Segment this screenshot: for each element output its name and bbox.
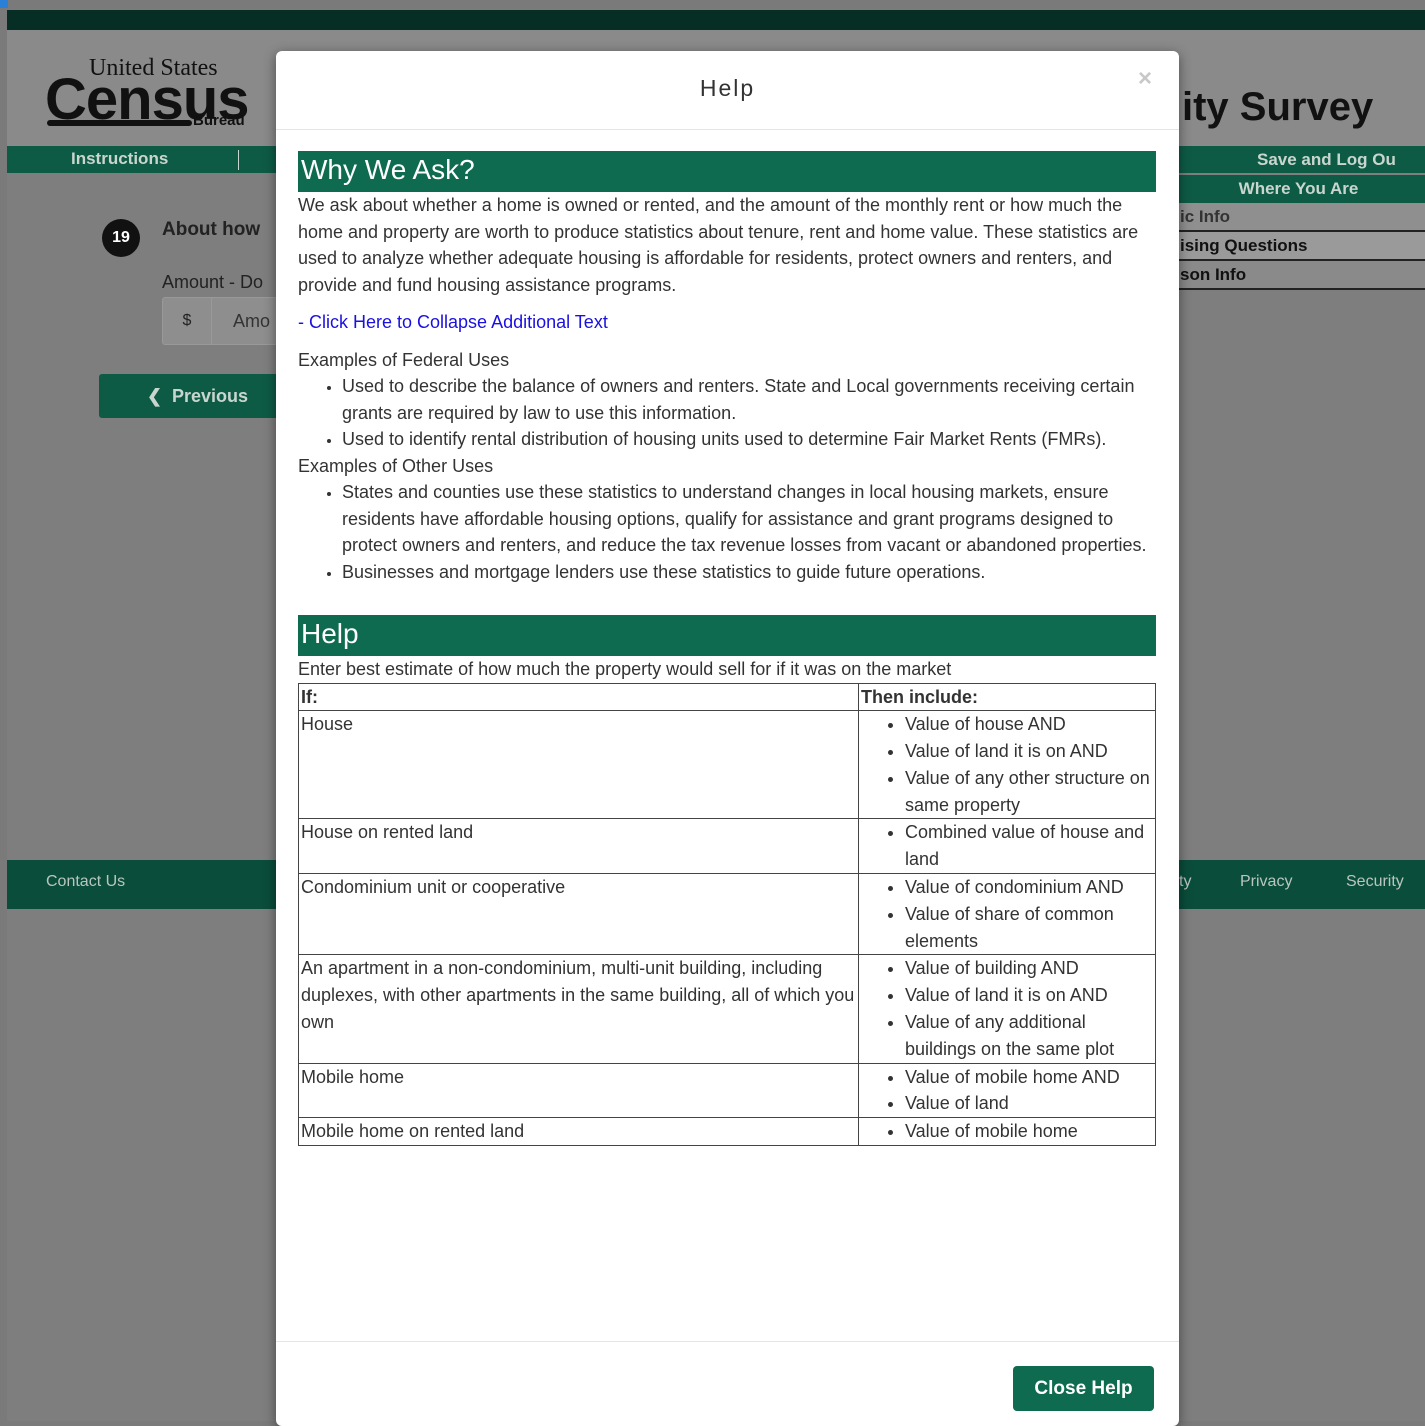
table-cell-if: Mobile home	[298, 1062, 859, 1119]
list-item: Value of land	[905, 1090, 1155, 1117]
table-cell-if: House on rented land	[298, 818, 859, 875]
other-uses-heading: Examples of Other Uses	[298, 455, 494, 476]
property-value-table: If: Then include: House Value of house A…	[298, 682, 1156, 1147]
list-item: Value of land it is on AND	[905, 738, 1155, 765]
list-item: Combined value of house and land	[905, 819, 1155, 873]
dollar-prefix: $	[163, 298, 212, 344]
previous-button[interactable]: ❮ Previous	[99, 374, 299, 418]
previous-label: Previous	[172, 386, 249, 406]
logo-bureau: Bureau	[193, 112, 245, 129]
list-item: Value of condominium AND	[905, 874, 1155, 901]
footer-privacy-link[interactable]: Privacy	[1240, 873, 1292, 891]
list-item: States and counties use these statistics…	[342, 479, 1156, 559]
list-item: Value of mobile home AND	[905, 1064, 1155, 1091]
where-you-are-panel: Where You Are ic Info ising Questions so…	[1172, 175, 1425, 290]
help-heading: Help	[298, 615, 1156, 656]
list-item: Value of share of common elements	[905, 901, 1155, 955]
federal-uses-heading: Examples of Federal Uses	[298, 349, 510, 370]
nav-divider	[238, 150, 239, 170]
table-cell-if: House	[298, 710, 859, 820]
list-item: Used to identify rental distribution of …	[342, 426, 1156, 453]
question-number-badge: 19	[102, 219, 140, 257]
top-bar	[7, 10, 1425, 30]
amount-label: Amount - Do	[162, 272, 264, 292]
why-we-ask-heading: Why We Ask?	[298, 151, 1156, 192]
amount-placeholder: Amo	[233, 311, 271, 331]
nav-instructions-link[interactable]: Instructions	[71, 149, 168, 169]
table-row: Mobile home on rented land Value of mobi…	[298, 1117, 1156, 1147]
modal-title: Help	[699, 75, 756, 101]
table-row: House on rented land Combined value of h…	[298, 818, 1156, 875]
other-uses-list: States and counties use these statistics…	[298, 479, 1156, 585]
table-row: House Value of house AND Value of land i…	[298, 710, 1156, 820]
where-item-person-info[interactable]: son Info	[1172, 261, 1425, 290]
table-cell-then: Value of mobile home AND Value of land	[858, 1062, 1156, 1119]
table-cell-if: Condominium unit or cooperative	[298, 873, 859, 956]
modal-header: Help ×	[276, 51, 1179, 130]
collapse-text-link[interactable]: - Click Here to Collapse Additional Text	[298, 309, 1156, 336]
close-help-button[interactable]: Close Help	[1013, 1366, 1154, 1411]
list-item: Businesses and mortgage lenders use thes…	[342, 559, 1156, 586]
list-item: Used to describe the balance of owners a…	[342, 373, 1156, 426]
table-header-then: Then include:	[858, 682, 1156, 712]
list-item: Value of land it is on AND	[905, 982, 1155, 1009]
table-header-if: If:	[298, 682, 859, 712]
federal-uses-list: Used to describe the balance of owners a…	[298, 373, 1156, 453]
help-intro-text: Enter best estimate of how much the prop…	[298, 659, 952, 679]
table-row: Condominium unit or cooperative Value of…	[298, 873, 1156, 956]
table-row: Mobile home Value of mobile home AND Val…	[298, 1062, 1156, 1119]
list-item: Value of building AND	[905, 955, 1155, 982]
footer-contact-us-link[interactable]: Contact Us	[46, 873, 125, 891]
why-we-ask-text: We ask about whether a home is owned or …	[298, 195, 1139, 295]
question-text: About how	[162, 219, 261, 240]
where-you-are-heading: Where You Are	[1172, 175, 1425, 203]
save-and-logout-link[interactable]: Save and Log Ou	[1257, 150, 1396, 170]
where-item-housing-questions[interactable]: ising Questions	[1172, 232, 1425, 261]
survey-title: ity Survey	[1182, 85, 1374, 129]
chevron-left-icon: ❮	[147, 386, 163, 406]
list-item: Value of house AND	[905, 711, 1155, 738]
table-cell-then: Value of condominium AND Value of share …	[858, 873, 1156, 956]
list-item: Value of any additional buildings on the…	[905, 1009, 1155, 1063]
footer-security-link[interactable]: Security	[1346, 873, 1404, 891]
table-row: An apartment in a non-condominium, multi…	[298, 954, 1156, 1064]
modal-footer: Close Help	[276, 1341, 1179, 1426]
logo-underline	[47, 120, 192, 126]
table-cell-if: Mobile home on rented land	[298, 1117, 859, 1147]
help-modal: Help × Why We Ask? We ask about whether …	[276, 51, 1179, 1426]
list-item: Value of any other structure on same pro…	[905, 765, 1155, 819]
where-item-basic-info[interactable]: ic Info	[1172, 203, 1425, 232]
table-cell-if: An apartment in a non-condominium, multi…	[298, 954, 859, 1064]
close-icon[interactable]: ×	[1138, 65, 1152, 93]
table-cell-then: Value of mobile home	[858, 1117, 1156, 1147]
table-cell-then: Value of building AND Value of land it i…	[858, 954, 1156, 1064]
modal-body: Why We Ask? We ask about whether a home …	[298, 151, 1156, 1147]
table-cell-then: Combined value of house and land	[858, 818, 1156, 875]
top-accent-marker	[0, 0, 8, 8]
amount-input[interactable]: $ Amo	[162, 297, 294, 345]
table-cell-then: Value of house AND Value of land it is o…	[858, 710, 1156, 820]
footer-accessibility-link[interactable]: ty	[1179, 873, 1191, 891]
list-item: Value of mobile home	[905, 1118, 1155, 1145]
table-header-row: If: Then include:	[298, 682, 1156, 712]
